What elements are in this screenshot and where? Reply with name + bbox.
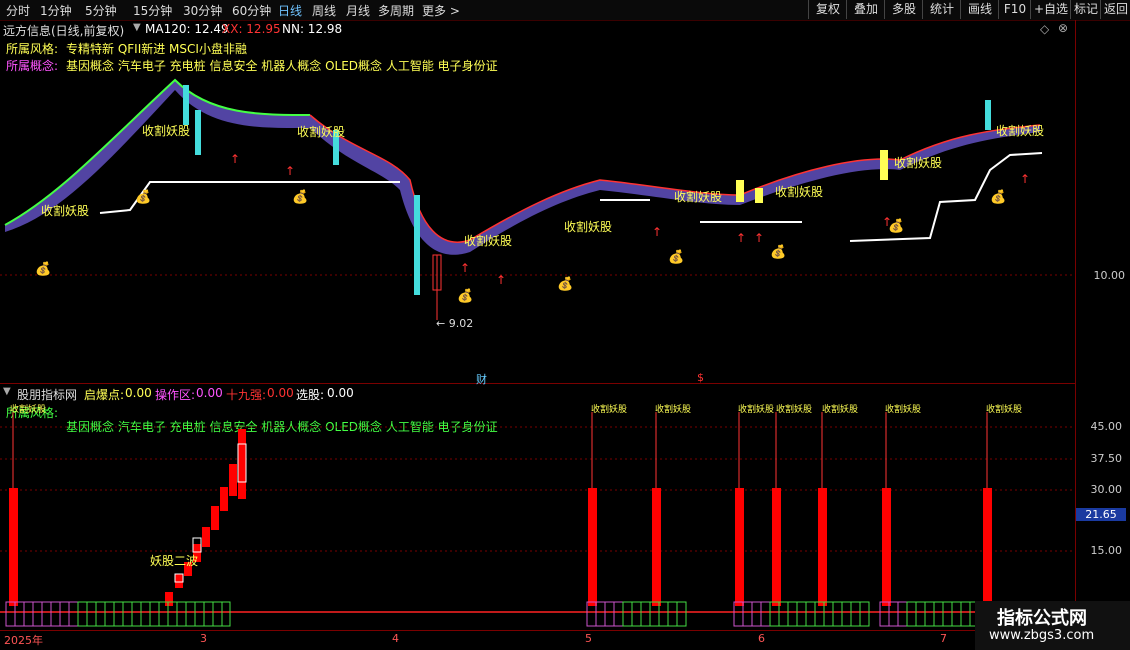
sub-y-axis-label: 37.50 [1090, 452, 1123, 465]
svg-text:↑: ↑ [230, 152, 240, 166]
period-tab-weekly[interactable]: 周线 [312, 2, 336, 19]
period-tab-5min[interactable]: 5分钟 [85, 2, 117, 19]
svg-text:💰: 💰 [888, 218, 904, 234]
period-tab-15min[interactable]: 15分钟 [133, 2, 172, 19]
moneybag-icons: 💰 💰 💰 💰 💰 💰 💰 💰 💰 [35, 189, 1006, 304]
sub-mark-label: 收割妖股 [655, 405, 692, 415]
multi-stock-button[interactable]: 多股 [884, 0, 923, 19]
signal-label: 收割妖股 [775, 185, 824, 199]
signal-label: 收割妖股 [41, 204, 90, 218]
svg-text:💰: 💰 [990, 189, 1006, 205]
sub-mark-label: 收割妖股 [822, 405, 859, 415]
x-axis-label: 2025年 [4, 634, 43, 647]
back-button[interactable]: 返回 [1100, 0, 1130, 19]
x-axis-label: 4 [392, 632, 399, 645]
svg-text:↑: ↑ [285, 164, 295, 178]
period-tab-daily[interactable]: 日线 [278, 2, 302, 19]
sub-mark-label: 收割妖股 [738, 405, 775, 415]
x-axis-label: 7 [940, 632, 947, 645]
staircase-bars [165, 429, 246, 606]
sub-y-axis-label: 45.00 [1090, 420, 1123, 433]
sub-mark-label: 收割妖股 [986, 405, 1023, 415]
buy-arrows: ↑↑ ↑↑ ↑ ↑ ↑↑ ↑ [230, 152, 1030, 287]
signal-label: 收割妖股 [142, 124, 191, 138]
watermark: 指标公式网 www.zbgs3.com [975, 601, 1130, 650]
svg-text:↑: ↑ [1020, 172, 1030, 186]
signal-bars [9, 488, 992, 606]
svg-text:💰: 💰 [135, 189, 151, 205]
zone-boxes [5, 601, 980, 627]
x-axis-label: 5 [585, 632, 592, 645]
x-axis-line [0, 630, 1075, 631]
price-axis-label: 10.00 [1093, 269, 1126, 282]
yaogu-erbo-label: 妖股二波 [150, 554, 199, 568]
svg-text:💰: 💰 [457, 288, 473, 304]
svg-text:💰: 💰 [770, 244, 786, 260]
overlay-button[interactable]: 叠加 [846, 0, 885, 19]
signal-ticks [12, 412, 988, 488]
statistics-button[interactable]: 统计 [922, 0, 961, 19]
low-price-marker: ← 9.02 [436, 317, 474, 330]
x-axis-label: 3 [200, 632, 207, 645]
period-tab-60min[interactable]: 60分钟 [232, 2, 271, 19]
watermark-url: www.zbgs3.com [989, 628, 1095, 643]
watermark-title: 指标公式网 [997, 608, 1087, 629]
period-tab-monthly[interactable]: 月线 [346, 2, 370, 19]
signal-label: 收割妖股 [464, 234, 513, 248]
dividend-event-marker[interactable]: $ [697, 371, 704, 384]
add-favorite-button[interactable]: +自选 [1030, 0, 1071, 19]
period-toolbar: 分时 1分钟 5分钟 15分钟 30分钟 60分钟 日线 周线 月线 多周期 更… [0, 0, 1130, 21]
svg-text:↑: ↑ [460, 261, 470, 275]
svg-text:↑: ↑ [736, 231, 746, 245]
period-tab-more[interactable]: 更多 > [422, 2, 460, 19]
sub-mark-label: 收割妖股 [885, 405, 922, 415]
signal-label: 收割妖股 [564, 220, 613, 234]
svg-text:↑: ↑ [496, 273, 506, 287]
sub-mark-label: 收割妖股 [776, 405, 813, 415]
sub-mark-label: 收割妖股 [10, 405, 47, 415]
period-tab-multi[interactable]: 多周期 [378, 2, 414, 19]
signal-label: 收割妖股 [297, 125, 346, 139]
sub-y-axis-label: 30.00 [1090, 483, 1123, 496]
f10-button[interactable]: F10 [998, 0, 1031, 19]
svg-text:💰: 💰 [557, 276, 573, 292]
svg-text:💰: 💰 [35, 261, 51, 277]
signal-label: 收割妖股 [674, 190, 723, 204]
draw-line-button[interactable]: 画线 [960, 0, 999, 19]
svg-text:↑: ↑ [652, 225, 662, 239]
indicator-grid [0, 426, 1075, 552]
svg-text:💰: 💰 [668, 249, 684, 265]
signal-label: 收割妖股 [996, 124, 1045, 138]
svg-text:💰: 💰 [292, 189, 308, 205]
mark-button[interactable]: 标记 [1070, 0, 1101, 19]
indicator-chart [0, 412, 1075, 627]
current-value-badge: 21.65 [1076, 508, 1126, 521]
sub-mark-label: 收割妖股 [591, 405, 628, 415]
candlestick-chart: ↑↑ ↑↑ ↑ ↑ ↑↑ ↑ 💰 💰 💰💰 💰💰 💰💰 💰 [0, 78, 1075, 320]
period-tab-30min[interactable]: 30分钟 [183, 2, 222, 19]
fuquan-button[interactable]: 复权 [808, 0, 847, 19]
sub-y-axis-label: 15.00 [1090, 544, 1123, 557]
svg-text:↑: ↑ [754, 231, 764, 245]
period-tab-1min[interactable]: 1分钟 [40, 2, 72, 19]
x-axis-label: 6 [758, 632, 765, 645]
period-tab-fenshi[interactable]: 分时 [6, 2, 30, 19]
signal-label: 收割妖股 [894, 156, 943, 170]
